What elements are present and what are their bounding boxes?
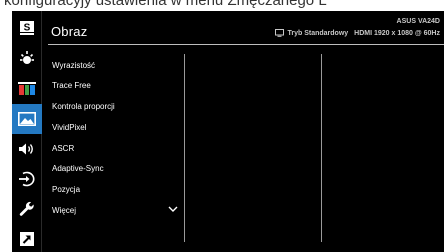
menu-item-label: Wyrazistość — [52, 60, 96, 70]
menu-item-label: Kontrola proporcji — [52, 101, 115, 111]
sidebar-item-splendid[interactable]: S — [12, 13, 42, 43]
header-divider — [48, 44, 444, 45]
speaker-icon — [19, 143, 33, 155]
menu-item-more[interactable]: Więcej — [46, 201, 178, 219]
sidebar-item-shortcut[interactable] — [12, 224, 42, 252]
sidebar-item-blue-light[interactable] — [12, 44, 42, 74]
color-bars-icon — [18, 82, 36, 95]
status-info: Tryb Standardowy HDMI 1920 x 1080 @ 60Hz — [275, 29, 440, 37]
menu-item-vividpixel[interactable]: VividPixel — [46, 118, 178, 136]
svg-text:S: S — [24, 23, 31, 34]
input-select-icon — [19, 171, 35, 187]
menu-item-sharpness[interactable]: Wyrazistość — [46, 56, 178, 74]
splendid-icon: S — [20, 21, 34, 35]
menu-item-aspect-control[interactable]: Kontrola proporcji — [46, 97, 178, 115]
mode-text: Tryb Standardowy — [287, 29, 349, 37]
menu-item-position[interactable]: Pozycja — [46, 180, 178, 198]
blue-light-icon — [20, 51, 34, 67]
wrench-icon — [19, 201, 34, 216]
sidebar-item-system[interactable] — [12, 194, 42, 224]
menu-item-label: Adaptive-Sync — [52, 163, 104, 173]
sidebar-item-color[interactable] — [12, 74, 42, 104]
sidebar-item-input[interactable] — [12, 164, 42, 194]
page-title: Obraz — [51, 24, 88, 39]
sidebar-item-sound[interactable] — [12, 134, 42, 164]
monitor-model: ASUS VA24D — [396, 18, 440, 25]
menu-item-label: Trace Free — [52, 80, 91, 90]
image-icon — [18, 112, 36, 126]
menu-item-label: VividPixel — [52, 122, 87, 132]
menu-item-label: ASCR — [52, 143, 75, 153]
menu-item-adaptive-sync[interactable]: Adaptive-Sync — [46, 159, 178, 177]
chevron-down-icon — [168, 206, 178, 212]
menu-item-trace-free[interactable]: Trace Free — [46, 76, 178, 94]
sidebar: S — [12, 11, 42, 252]
osd-menu: S Obraz ASUS VA24D Tryb Standardowy HDMI… — [12, 11, 444, 252]
menu-item-label: Pozycja — [52, 184, 81, 194]
monitor-icon — [275, 29, 285, 37]
menu-item-ascr[interactable]: ASCR — [46, 139, 178, 157]
caption-text: konfiguracyjy ustawienia w menu Zmęczane… — [4, 0, 327, 9]
mode-indicator: Tryb Standardowy — [275, 29, 348, 37]
menu-item-label: Więcej — [52, 205, 77, 215]
column-divider-1 — [184, 54, 185, 242]
signal-text: HDMI 1920 x 1080 @ 60Hz — [354, 29, 440, 37]
caption-strip: konfiguracyjy ustawienia w menu Zmęczane… — [0, 0, 444, 11]
column-divider-2 — [321, 54, 322, 242]
shortcut-icon — [20, 232, 34, 246]
sidebar-item-image[interactable] — [12, 104, 42, 134]
